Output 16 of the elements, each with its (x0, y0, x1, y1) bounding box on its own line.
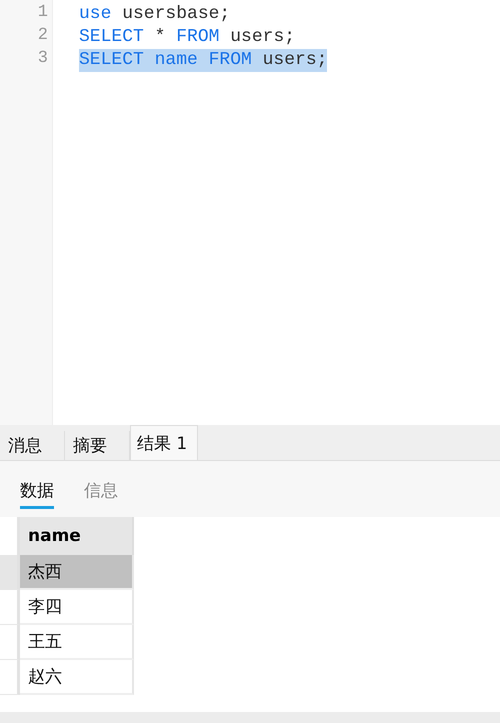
code-line: SELECT * FROM users; (79, 26, 296, 49)
result-tab[interactable]: 结果 1 (130, 425, 198, 460)
row-selector[interactable] (0, 590, 20, 625)
table-cell: 李四 (20, 590, 134, 625)
code-line: use usersbase; (79, 3, 230, 26)
line-number: 3 (38, 48, 49, 70)
line-number: 1 (38, 2, 49, 24)
table-cell: 赵六 (20, 660, 134, 695)
view-tab[interactable]: 数据 (20, 475, 54, 509)
table-cell: 杰西 (20, 555, 134, 590)
column-header[interactable]: name (20, 517, 134, 555)
row-selector[interactable] (0, 660, 20, 695)
table-cell: 王五 (20, 625, 134, 660)
row-selector[interactable] (0, 625, 20, 660)
row-selector[interactable] (0, 555, 20, 590)
line-number: 2 (38, 25, 49, 47)
